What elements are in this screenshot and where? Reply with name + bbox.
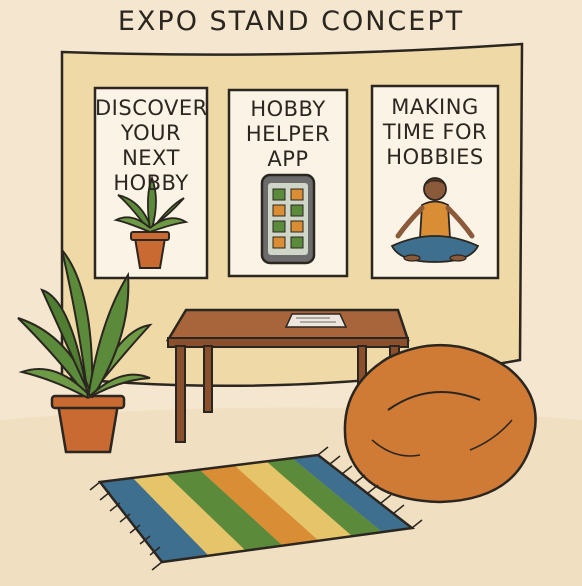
poster-2-text: HOBBY HELPER APP: [229, 97, 347, 172]
poster-1-line-1: DISCOVER: [95, 96, 208, 120]
expo-stand-illustration: [0, 42, 582, 586]
poster-3-line-1: MAKING: [391, 95, 479, 119]
poster-1-line-2: YOUR NEXT: [120, 121, 182, 170]
poster-3-line-2: TIME FOR: [382, 120, 488, 144]
poster-3-line-3: HOBBIES: [386, 145, 484, 169]
poster-1-text: DISCOVER YOUR NEXT HOBBY: [95, 96, 207, 196]
poster-2-line-3: APP: [267, 147, 309, 171]
poster-2-line-1: HOBBY: [250, 97, 326, 121]
poster-3-text: MAKING TIME FOR HOBBIES: [372, 95, 498, 170]
bean-bag-chair: [343, 343, 537, 504]
smartphone-app-icon: [260, 173, 316, 265]
poster-1-line-3: HOBBY: [113, 171, 189, 195]
poster-2-line-2: HELPER: [245, 122, 331, 146]
brochures: [284, 313, 348, 328]
page-title: EXPO STAND CONCEPT: [117, 6, 465, 37]
